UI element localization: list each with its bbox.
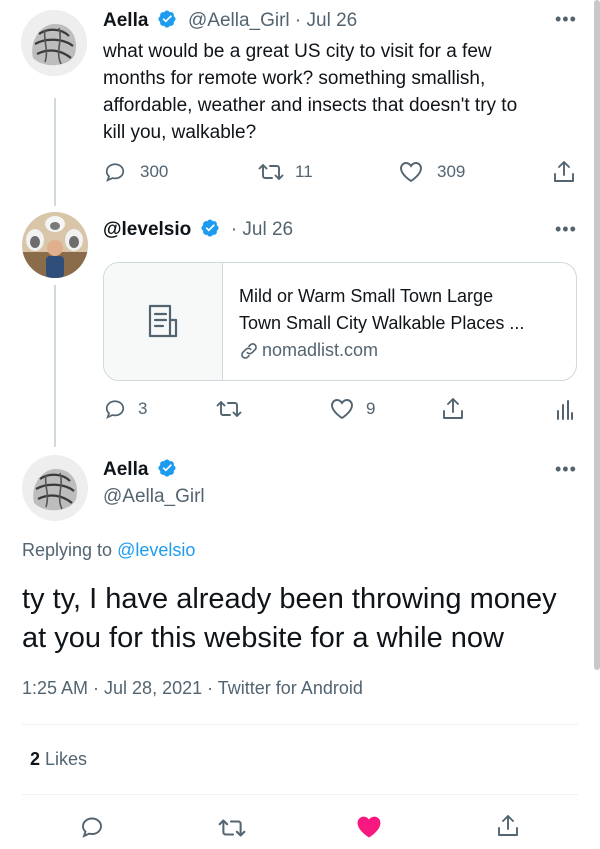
more-icon[interactable]: ••• <box>555 10 577 28</box>
main-tweet-text: ty ty, I have already been throwing mone… <box>22 580 592 658</box>
retweet-button[interactable] <box>216 398 242 420</box>
replying-to-link[interactable]: @levelsio <box>117 540 195 560</box>
share-icon <box>554 161 574 182</box>
verified-badge-icon <box>158 459 176 477</box>
like-count: 309 <box>437 162 466 181</box>
author-name[interactable]: @levelsio <box>103 219 191 240</box>
likes-summary[interactable]: 2 Likes <box>30 749 87 770</box>
card-title-line: Mild or Warm Small Town Large <box>239 286 494 306</box>
share-icon <box>443 398 463 419</box>
card-domain-text: nomadlist.com <box>262 340 379 360</box>
retweet-button[interactable] <box>218 816 246 840</box>
heart-icon <box>400 162 422 183</box>
scrollbar[interactable] <box>594 0 600 670</box>
thread-line <box>54 285 56 447</box>
like-button[interactable]: 309 <box>399 161 465 183</box>
replying-prefix: Replying to <box>22 540 118 560</box>
author-name[interactable]: Aella <box>103 10 148 31</box>
card-domain: nomadlist.com <box>239 337 569 364</box>
divider <box>22 724 578 725</box>
tweet-text-line: what would be a great US city to visit f… <box>103 41 492 62</box>
avatar[interactable] <box>22 455 88 521</box>
reply-icon <box>105 163 125 182</box>
heart-icon <box>357 816 381 838</box>
retweet-icon <box>258 164 284 180</box>
reply-button[interactable] <box>80 815 104 839</box>
share-button[interactable] <box>442 397 464 421</box>
share-button[interactable] <box>497 813 519 839</box>
reply-icon <box>105 400 125 419</box>
tweet-text-line: kill you, walkable? <box>103 122 257 143</box>
document-icon <box>148 304 178 337</box>
tweet-date: · Jul 26 <box>230 219 294 240</box>
heart-icon <box>331 399 353 420</box>
like-count: 9 <box>366 399 376 418</box>
reply-button[interactable]: 300 <box>104 161 168 183</box>
main-tweet-text-line: ty ty, I have already been throwing mone… <box>22 583 557 615</box>
retweet-count: 11 <box>295 162 313 181</box>
author-name[interactable]: Aella <box>103 459 148 480</box>
like-button[interactable] <box>356 815 382 839</box>
retweet-button[interactable]: 11 <box>258 161 313 183</box>
card-thumbnail <box>104 263 223 380</box>
tweet-text-line: affordable, weather and insects that doe… <box>103 95 518 116</box>
share-icon <box>498 815 518 836</box>
link-card[interactable]: Mild or Warm Small Town Large Town Small… <box>103 262 577 381</box>
more-icon[interactable]: ••• <box>555 460 577 478</box>
reply-count: 300 <box>140 162 169 181</box>
retweet-icon <box>218 819 246 837</box>
author-handle: @Aella_Girl <box>103 486 205 507</box>
likes-count: 2 <box>30 749 41 769</box>
more-icon[interactable]: ••• <box>555 220 577 238</box>
thread-line <box>54 98 56 206</box>
likes-label: Likes <box>45 749 88 769</box>
main-tweet-text-line: at you for this website for a while now <box>22 622 504 654</box>
tweet-text: what would be a great US city to visit f… <box>103 38 573 146</box>
retweet-icon <box>216 401 242 417</box>
reply-count: 3 <box>138 399 148 418</box>
analytics-icon <box>557 400 573 420</box>
reply-icon <box>82 817 102 838</box>
analytics-button[interactable] <box>556 399 574 421</box>
share-button[interactable] <box>553 160 575 184</box>
author-handle-date: @Aella_Girl · Jul 26 <box>187 10 358 31</box>
verified-badge-icon <box>200 219 219 237</box>
like-button[interactable]: 9 <box>330 398 375 420</box>
link-icon <box>241 342 257 359</box>
tweet-timestamp[interactable]: 1:25 AM · Jul 28, 2021 · Twitter for And… <box>22 678 363 699</box>
replying-to: Replying to @levelsio <box>22 540 195 561</box>
verified-badge-icon <box>158 10 176 28</box>
avatar[interactable] <box>22 212 88 278</box>
card-title: Mild or Warm Small Town Large Town Small… <box>239 283 569 337</box>
avatar[interactable] <box>21 10 87 76</box>
card-title-line: Town Small City Walkable Places ... <box>239 313 525 333</box>
tweet-text-line: months for remote work? something smalli… <box>103 68 486 89</box>
divider <box>22 794 578 795</box>
reply-button[interactable]: 3 <box>104 398 147 420</box>
